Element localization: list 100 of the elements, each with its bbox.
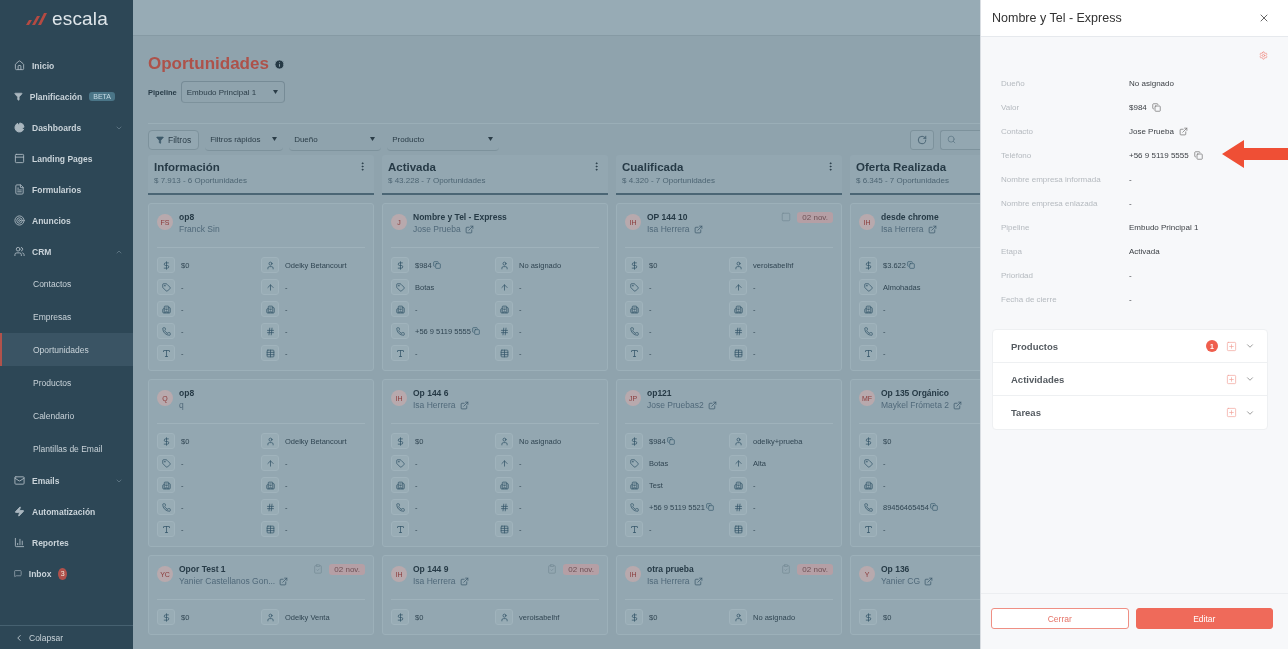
chevron-left-icon	[14, 632, 24, 643]
external-link-icon[interactable]	[1178, 126, 1188, 136]
user-icon	[499, 612, 509, 622]
close-button[interactable]	[1258, 12, 1270, 24]
card-title: Nombre y Tel - Express	[413, 212, 508, 222]
field-value: Activada	[1129, 246, 1160, 256]
mail-icon	[14, 475, 25, 486]
sidebar-item[interactable]: Reportes	[0, 527, 133, 558]
external-link-icon[interactable]	[924, 576, 934, 586]
text-icon	[629, 524, 639, 534]
phone-icon	[395, 502, 405, 512]
table-icon	[733, 524, 743, 534]
sidebar-item[interactable]: Automatización	[0, 496, 133, 527]
sidebar-subitem[interactable]: Plantillas de Email	[0, 432, 133, 465]
user-icon	[733, 436, 743, 446]
copy-icon[interactable]	[906, 261, 915, 269]
sidebar-item[interactable]: Emails	[0, 465, 133, 496]
sidebar-item[interactable]: Landing Pages	[0, 143, 133, 174]
table-icon	[265, 348, 275, 358]
text-icon	[161, 348, 171, 358]
dollar-icon	[863, 260, 873, 270]
add-icon[interactable]	[1226, 407, 1237, 418]
sidebar-item[interactable]: Dashboards	[0, 112, 133, 143]
due-date-badge: 02 nov.	[797, 212, 833, 223]
copy-icon[interactable]	[929, 503, 938, 511]
building-icon	[395, 480, 405, 490]
add-icon[interactable]	[1226, 340, 1237, 352]
external-link-icon[interactable]	[279, 576, 289, 586]
close-icon	[1258, 12, 1270, 24]
sidebar-subitem[interactable]: Oportunidades	[0, 333, 133, 366]
filters-button[interactable]: Filtros	[148, 129, 200, 150]
copy-icon[interactable]	[666, 437, 675, 445]
filter-dropdown[interactable]: Filtros rápidos	[205, 128, 284, 151]
dollar-icon	[395, 260, 405, 270]
building-icon	[863, 480, 873, 490]
card-title: desde chrome	[881, 212, 940, 222]
sidebar-subitem[interactable]: Calendario	[0, 399, 133, 432]
sidebar-item[interactable]: Inicio	[0, 50, 133, 81]
external-link-icon[interactable]	[693, 576, 703, 586]
field-value: Embudo Principal 1	[1129, 222, 1199, 232]
info-icon[interactable]	[273, 58, 285, 70]
sidebar-subitem[interactable]: Productos	[0, 366, 133, 399]
external-link-icon[interactable]	[693, 224, 703, 234]
user-icon	[733, 260, 743, 270]
external-link-icon[interactable]	[953, 400, 963, 410]
sidebar-item[interactable]: Anuncios	[0, 205, 133, 236]
tag-icon	[629, 458, 639, 468]
building-icon	[733, 304, 743, 314]
sidebar-subitem[interactable]: Empresas	[0, 300, 133, 333]
table-icon	[265, 524, 275, 534]
external-link-icon[interactable]	[459, 400, 469, 410]
hash-icon	[499, 502, 509, 512]
sidebar-item[interactable]: CRM	[0, 236, 133, 267]
card-contact: Yanier CG	[881, 576, 921, 586]
tag-icon	[395, 458, 405, 468]
copy-icon[interactable]	[432, 261, 441, 269]
lightning-icon	[14, 506, 25, 517]
filter-dropdown[interactable]: Dueño	[289, 128, 382, 151]
card-contact: Maykel Frómeta 2	[881, 400, 950, 410]
card-title: Op 136	[881, 564, 911, 574]
building-icon	[161, 480, 171, 490]
section-header[interactable]: Tareas	[993, 396, 1267, 429]
sidebar-subitem[interactable]: Contactos	[0, 267, 133, 300]
field-value: -	[1129, 294, 1132, 304]
building-icon	[629, 304, 639, 314]
copy-icon[interactable]	[471, 327, 480, 335]
field-label: Teléfono	[1001, 150, 1033, 160]
card-contact: Isa Herrera	[413, 400, 456, 410]
card-title: Op 135 Orgánico	[881, 388, 951, 398]
collapse-label: Colapsar	[29, 632, 64, 643]
pipeline-select[interactable]: Embudo Principal 1	[180, 81, 285, 103]
search-field[interactable]	[940, 129, 980, 150]
close-panel-button[interactable]: Cerrar	[991, 608, 1129, 629]
building-icon	[395, 304, 405, 314]
external-link-icon[interactable]	[464, 224, 474, 234]
section-header[interactable]: Actividades	[993, 363, 1267, 396]
add-icon[interactable]	[1226, 373, 1237, 385]
due-date-badge: 02 nov.	[329, 564, 365, 575]
settings-icon[interactable]	[1259, 51, 1268, 60]
user-icon	[265, 436, 275, 446]
copy-icon[interactable]	[1193, 150, 1203, 160]
copy-icon[interactable]	[1151, 102, 1161, 112]
tag-icon	[863, 458, 873, 468]
copy-icon[interactable]	[705, 503, 714, 511]
chat-icon	[14, 568, 22, 579]
external-link-icon[interactable]	[459, 576, 469, 586]
hash-icon	[265, 326, 275, 336]
pie-chart-icon	[14, 122, 25, 133]
form-icon	[14, 184, 25, 195]
card-title: op8	[179, 212, 196, 222]
card-contact: Yanier Castellanos Gon...	[179, 576, 276, 586]
external-link-icon[interactable]	[707, 400, 717, 410]
external-link-icon[interactable]	[927, 224, 937, 234]
sidebar-item[interactable]: Formularios	[0, 174, 133, 205]
field-value: -	[1129, 174, 1132, 184]
filter-dropdown[interactable]: Producto	[387, 128, 500, 151]
refresh-button[interactable]	[910, 129, 934, 150]
phone-icon	[161, 326, 171, 336]
field-value: +56 9 5119 5555	[1129, 150, 1203, 160]
stage-title: Información	[154, 161, 221, 173]
